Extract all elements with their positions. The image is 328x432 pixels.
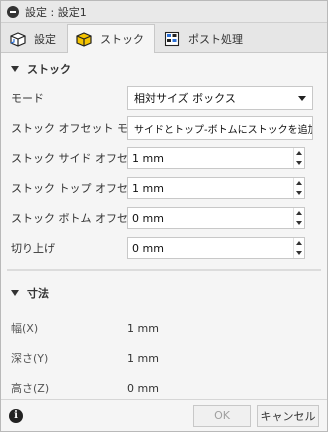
spin-down-icon[interactable] <box>294 158 304 168</box>
depth-value: 1 mm <box>127 351 159 365</box>
top-offset-row: ストック トップ オフセット 1 mm <box>7 173 321 203</box>
stock-setup-dialog: 設定 : 設定1 設定 ストック ポスト処理 ストック モード 相対サイズ ボッ… <box>0 0 328 432</box>
stock-box-icon <box>74 29 94 49</box>
ok-button[interactable]: OK <box>193 404 251 427</box>
dimensions-section: 寸法 幅(X) 1 mm 深さ(Y) 1 mm 高さ(Z) 0 mm <box>1 271 327 403</box>
dialog-title: 設定 : 設定1 <box>25 5 87 19</box>
round-up-value[interactable]: 0 mm <box>128 238 293 258</box>
mode-label: モード <box>11 92 44 105</box>
offset-mode-label: ストック オフセット モード <box>11 122 150 135</box>
spin-up-icon[interactable] <box>294 238 304 248</box>
stock-section-header[interactable]: ストック <box>7 57 321 81</box>
cancel-button[interactable]: キャンセル <box>257 404 319 427</box>
dimensions-section-header[interactable]: 寸法 <box>7 281 321 305</box>
bottom-offset-row: ストック ボトム オフセット 0 mm <box>7 203 321 233</box>
collapse-minus-icon[interactable] <box>7 5 19 18</box>
tab-post-process[interactable]: ポスト処理 <box>155 24 254 52</box>
spin-down-icon[interactable] <box>294 218 304 228</box>
mode-select[interactable]: 相対サイズ ボックス <box>127 86 313 110</box>
width-row: 幅(X) 1 mm <box>7 313 321 343</box>
dimensions-section-title: 寸法 <box>27 287 49 300</box>
depth-label: 深さ(Y) <box>11 352 49 365</box>
top-offset-label: ストック トップ オフセット <box>11 182 150 195</box>
caret-down-icon <box>11 66 19 72</box>
bottom-offset-label: ストック ボトム オフセット <box>11 212 150 225</box>
info-icon[interactable]: i <box>9 408 23 423</box>
tab-setup[interactable]: 設定 <box>1 24 67 52</box>
width-value: 1 mm <box>127 321 159 335</box>
round-up-spinner[interactable]: 0 mm <box>127 237 305 259</box>
post-process-icon <box>162 29 182 49</box>
stock-section: ストック モード 相対サイズ ボックス ストック オフセット モード サイドとト… <box>1 53 327 263</box>
bottom-offset-spinner[interactable]: 0 mm <box>127 207 305 229</box>
tab-stock-label: ストック <box>100 33 144 46</box>
round-up-label: 切り上げ <box>11 242 55 255</box>
spinner-arrows <box>293 208 304 228</box>
depth-row: 深さ(Y) 1 mm <box>7 343 321 373</box>
spin-up-icon[interactable] <box>294 208 304 218</box>
spin-down-icon[interactable] <box>294 188 304 198</box>
tab-post-process-label: ポスト処理 <box>188 32 243 46</box>
offset-mode-row: ストック オフセット モード サイドとトップ-ボトムにストックを追加 <box>7 113 321 143</box>
offset-mode-select[interactable]: サイドとトップ-ボトムにストックを追加 <box>127 116 313 140</box>
side-offset-label: ストック サイド オフセット <box>11 152 150 165</box>
spin-up-icon[interactable] <box>294 178 304 188</box>
spin-up-icon[interactable] <box>294 148 304 158</box>
mode-row: モード 相対サイズ ボックス <box>7 83 321 113</box>
width-label: 幅(X) <box>11 322 39 335</box>
dialog-footer: i OK キャンセル <box>1 399 327 431</box>
setup-cube-icon <box>8 29 28 49</box>
round-up-row: 切り上げ 0 mm <box>7 233 321 263</box>
spinner-arrows <box>293 238 304 258</box>
spinner-arrows <box>293 178 304 198</box>
mode-value: 相対サイズ ボックス <box>134 92 236 105</box>
bottom-offset-value[interactable]: 0 mm <box>128 208 293 228</box>
tab-bar: 設定 ストック ポスト処理 <box>1 23 327 53</box>
spin-down-icon[interactable] <box>294 248 304 258</box>
caret-down-icon <box>11 290 19 296</box>
side-offset-value[interactable]: 1 mm <box>128 148 293 168</box>
dropdown-arrow-icon <box>298 95 306 101</box>
height-label: 高さ(Z) <box>11 382 50 395</box>
tab-setup-label: 設定 <box>34 32 56 46</box>
top-offset-spinner[interactable]: 1 mm <box>127 177 305 199</box>
spinner-arrows <box>293 148 304 168</box>
side-offset-spinner[interactable]: 1 mm <box>127 147 305 169</box>
side-offset-row: ストック サイド オフセット 1 mm <box>7 143 321 173</box>
stock-section-title: ストック <box>27 63 71 76</box>
top-offset-value[interactable]: 1 mm <box>128 178 293 198</box>
tab-stock[interactable]: ストック <box>67 24 155 53</box>
height-value: 0 mm <box>127 381 159 395</box>
title-bar[interactable]: 設定 : 設定1 <box>1 1 327 23</box>
offset-mode-value: サイドとトップ-ボトムにストックを追加 <box>134 124 313 136</box>
